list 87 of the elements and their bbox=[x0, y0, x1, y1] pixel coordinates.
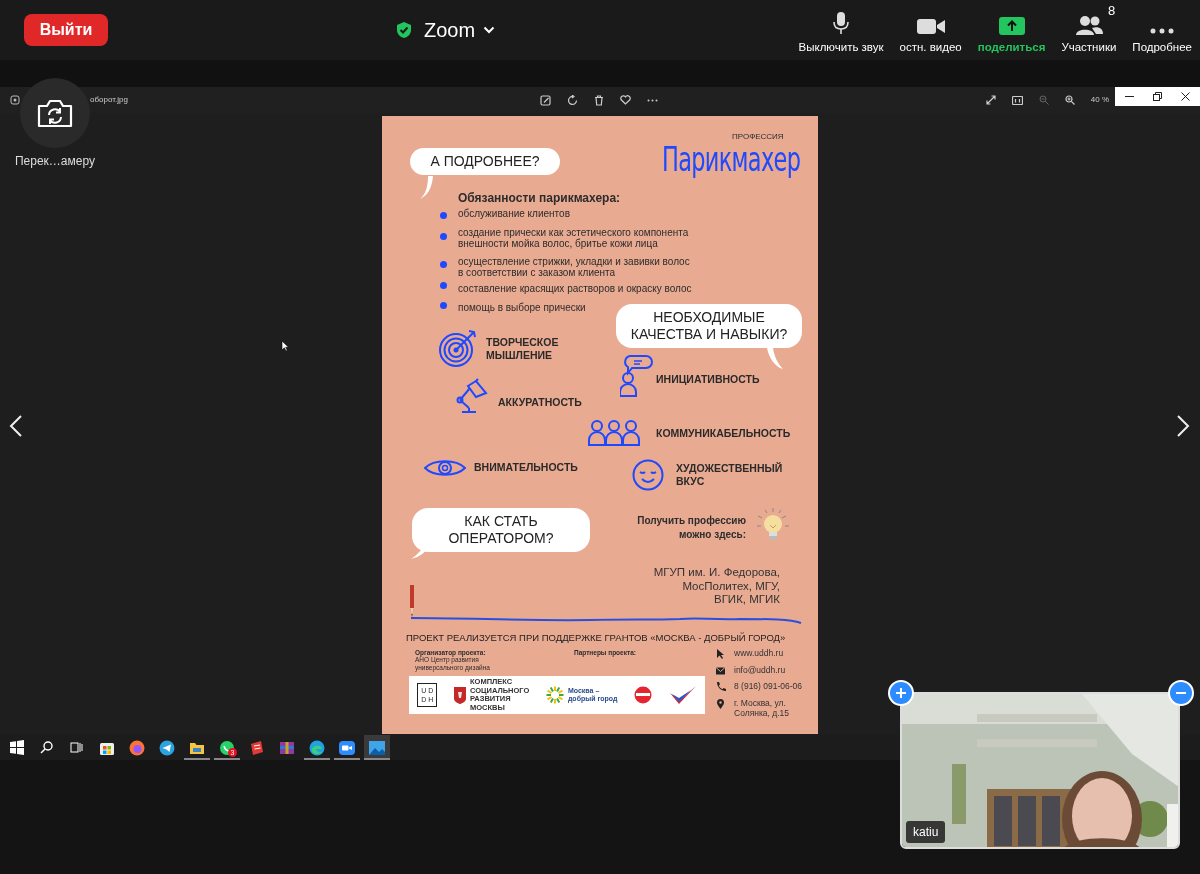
chat-icon bbox=[218, 738, 236, 757]
camera-switch-icon bbox=[36, 98, 74, 128]
where-text: Получить профессию можно здесь: bbox=[636, 514, 746, 542]
delete-icon[interactable] bbox=[593, 94, 604, 106]
bullet-icon bbox=[440, 212, 447, 219]
edit-icon[interactable] bbox=[539, 94, 551, 106]
toolbar-button[interactable]: остн. видео bbox=[899, 9, 962, 57]
file-name: оборот.jpg bbox=[90, 94, 128, 106]
phone-icon bbox=[715, 681, 727, 693]
contact-text: г. Москва, ул. Солянка, д.15 bbox=[734, 698, 790, 718]
sun-logo-icon bbox=[545, 686, 564, 704]
shield-emblem-icon bbox=[453, 686, 466, 704]
paper-plane-icon bbox=[158, 738, 176, 757]
duty-text: осуществление стрижки, укладки и завивки волос в соответствии с заказом клиента bbox=[458, 256, 690, 278]
duty-text: составление красящих растворов и окраску волос bbox=[458, 283, 692, 294]
video-camera-icon bbox=[338, 738, 356, 757]
zoom-out-icon[interactable] bbox=[1038, 95, 1049, 105]
more-icon[interactable] bbox=[646, 98, 658, 102]
duty-text: помощь в выборе прически bbox=[458, 302, 586, 313]
bullet-icon bbox=[440, 282, 447, 289]
restore-icon[interactable] bbox=[1153, 92, 1162, 101]
bubble-tail bbox=[766, 348, 784, 370]
eye-icon bbox=[424, 458, 466, 478]
skill-label: АККУРАТНОСТЬ bbox=[498, 396, 582, 409]
bubble-tail bbox=[418, 176, 434, 200]
chevron-right-icon[interactable] bbox=[1176, 414, 1190, 438]
people-icon bbox=[1073, 15, 1104, 36]
desk-lamp-icon bbox=[456, 378, 490, 414]
speech-bubble: КАК СТАТЬ ОПЕРАТОРОМ? bbox=[412, 508, 590, 552]
close-icon[interactable] bbox=[1181, 92, 1191, 101]
document-app-icon bbox=[248, 738, 266, 757]
smiley-icon bbox=[632, 459, 664, 491]
bullet-icon bbox=[440, 261, 447, 268]
profession-label: ПРОФЕССИЯ bbox=[732, 131, 784, 143]
person-speech-icon bbox=[620, 354, 654, 398]
toolbar-button[interactable]: Подробнее bbox=[1132, 9, 1192, 57]
meeting-title: Zoom bbox=[424, 18, 476, 43]
toolbar-button[interactable]: Выключить звук bbox=[798, 9, 884, 57]
institutions-text: МГУП им. И. Федорова, МосПолитех, МГУ, ВГИК, МГИК bbox=[652, 566, 780, 607]
share-icon bbox=[998, 17, 1025, 36]
skill-label: КОММУНИКАБЕЛЬНОСТЬ bbox=[656, 427, 791, 440]
zoom-in-icon[interactable] bbox=[1064, 95, 1075, 105]
landscape-image-icon bbox=[368, 738, 386, 757]
skill-label: ИНИЦИАТИВНОСТЬ bbox=[656, 373, 760, 386]
circle-logo-icon bbox=[634, 686, 653, 704]
image-icon bbox=[10, 95, 20, 105]
people-icon bbox=[588, 420, 640, 446]
duty-text: обслуживание клиентов bbox=[458, 208, 570, 219]
chevron-down-icon[interactable] bbox=[483, 26, 496, 34]
more-icon bbox=[1149, 27, 1176, 36]
skill-label: ВНИМАТЕЛЬНОСТЬ bbox=[474, 461, 578, 474]
duty-text: создание прически как эстетического компонента внешности мойка волос, бритье кожи лица bbox=[458, 227, 689, 249]
browser-icon bbox=[308, 738, 326, 757]
heart-icon[interactable] bbox=[619, 95, 631, 105]
target-icon bbox=[438, 328, 478, 368]
bullet-icon bbox=[440, 302, 447, 309]
skill-label: ХУДОЖЕСТВЕННЫЙ ВКУС bbox=[676, 462, 783, 488]
tick-logo-icon bbox=[668, 685, 697, 705]
cursor-icon bbox=[281, 340, 289, 352]
contact-text: info@uddh.ru bbox=[734, 665, 786, 675]
contact-text: www.uddh.ru bbox=[734, 648, 784, 658]
toolbar-button[interactable]: поделиться bbox=[977, 9, 1046, 57]
project-note: ПРОЕКТ РЕАЛИЗУЕТСЯ ПРИ ПОДДЕРЖКЕ ГРАНТОВ «МОСКВА - ДОБРЫЙ ГОРОД» bbox=[406, 631, 786, 645]
plus-icon bbox=[895, 687, 907, 699]
actual-size-icon[interactable] bbox=[1011, 95, 1023, 105]
speech-bubble: НЕОБХОДИМЫЕ КАЧЕСТВА И НАВЫКИ? bbox=[616, 304, 802, 348]
fullscreen-icon[interactable] bbox=[985, 95, 996, 105]
zoom-level: 40 % bbox=[1090, 94, 1109, 106]
rotate-icon[interactable] bbox=[566, 94, 578, 106]
duties-heading: Обязанности парикмахера: bbox=[458, 190, 621, 207]
skill-label: ТВОРЧЕСКОЕ МЫШЛЕНИЕ bbox=[486, 336, 559, 362]
mic-icon bbox=[833, 11, 849, 36]
poster-title: Парикмахер bbox=[662, 140, 801, 180]
location-pin-icon bbox=[715, 698, 727, 710]
chevron-left-icon[interactable] bbox=[9, 414, 23, 438]
speech-bubble: А ПОДРОБНЕЕ? bbox=[410, 148, 560, 175]
participant-name: katiu bbox=[906, 821, 946, 843]
mail-icon bbox=[715, 665, 727, 677]
participant-count: 8 bbox=[1107, 2, 1116, 21]
bullet-icon bbox=[440, 233, 447, 240]
leave-button[interactable]: Выйти bbox=[24, 14, 108, 46]
browser-icon bbox=[128, 738, 146, 757]
video-camera-icon bbox=[915, 17, 946, 36]
shield-icon bbox=[396, 21, 412, 39]
contact-text: 8 (916) 091-06-06 bbox=[734, 681, 803, 691]
camera-label: Перек…амеру bbox=[13, 153, 96, 170]
start-icon bbox=[8, 738, 26, 757]
